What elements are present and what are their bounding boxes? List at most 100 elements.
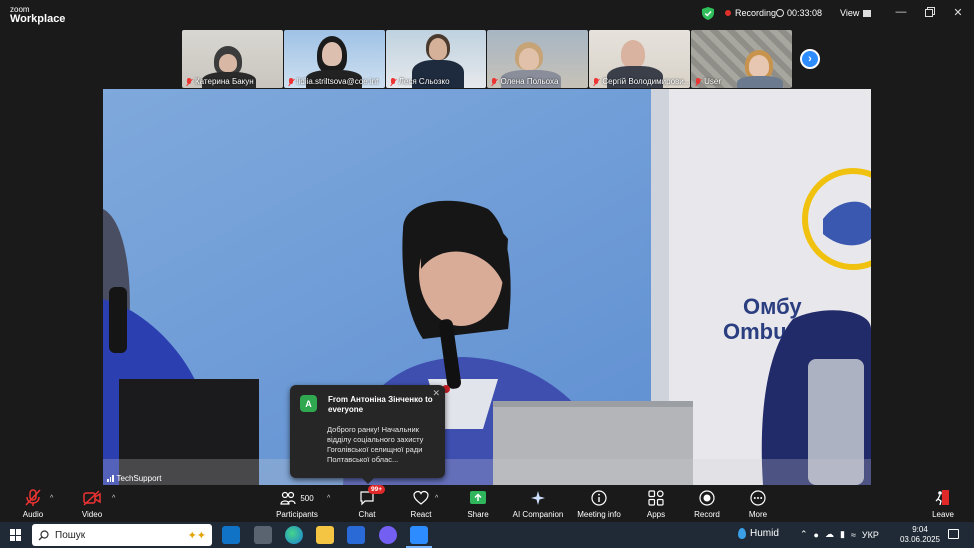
chat-unread-badge: 99+ [368,485,386,494]
chat-label: Chat [358,510,376,519]
system-tray: ⌃ ● ☁ ▮ ≈ УКР [800,529,879,540]
participants-options-chevron-icon[interactable]: ^ [327,495,330,502]
windows-start-icon[interactable] [10,529,22,541]
taskbar-search-box[interactable]: Пошук ✦✦ [32,524,212,546]
tray-overflow-chevron-icon[interactable]: ⌃ [800,529,808,540]
video-options-chevron-icon[interactable]: ^ [112,495,115,502]
microphone-tray-icon[interactable]: ● [814,530,819,540]
meeting-info-label: Meeting info [577,510,621,519]
chat-sender: From Антоніна Зінченко to everyone [328,395,433,414]
more-dots-icon [750,490,766,506]
signal-bars-icon [107,475,114,482]
grid-view-icon [863,9,872,17]
title-bar: zoom Workplace Recording 00:33:08 View —… [0,0,974,28]
chat-notification[interactable]: A From Антоніна Зінченко to everyone Доб… [290,385,445,484]
minimize-icon[interactable]: — [893,4,909,20]
restore-icon[interactable] [922,4,938,20]
muted-mic-icon [593,77,599,86]
microsoft-store-icon[interactable] [347,526,365,544]
edge-browser-icon[interactable] [285,526,303,544]
audio-options-chevron-icon[interactable]: ^ [50,495,53,502]
cloud-tray-icon[interactable]: ☁ [825,529,834,540]
participant-tile[interactable]: User [691,30,792,88]
meeting-timer: 00:33:08 [776,8,822,18]
participant-tile[interactable]: Олена Польоха [487,30,589,88]
more-button[interactable]: More [728,489,788,519]
file-explorer-icon[interactable] [316,526,334,544]
meeting-controls: Audio ^ Video ^ 500 Participants ^ 99+ C… [0,485,974,522]
zoom-workplace-logo: zoom Workplace [10,5,66,25]
audio-label: Audio [22,510,44,519]
video-button[interactable]: Video [62,489,122,519]
participant-tile[interactable]: Сергій Володимирови... [589,30,691,88]
react-button[interactable]: React [391,489,451,519]
brand-big: Workplace [10,13,66,25]
record-label: Record [694,510,720,519]
participant-name: Сергій Володимирови... [593,77,690,86]
participant-name: Олена Польоха [491,77,558,86]
svg-text:Ombu: Ombu [723,319,787,344]
taskbar-clock[interactable]: 9:04 03.06.2025 [897,525,943,545]
windows-taskbar: Пошук ✦✦ Humid ⌃ ● ☁ ▮ ≈ УКР 9:04 03.06.… [0,522,974,548]
clock-date: 03.06.2025 [899,535,941,544]
participant-tile[interactable]: lidiia.striltsova@coe.int [283,30,385,88]
leave-door-icon [935,490,949,506]
notifications-icon[interactable] [948,529,959,539]
participants-button[interactable]: 500 Participants [267,489,327,519]
weather-label: Humid [750,528,779,539]
info-icon [591,490,607,506]
participant-name: Леся Сльозко [390,77,450,86]
clock-icon [776,9,784,17]
weather-widget[interactable]: Humid [738,528,779,539]
ai-companion-button[interactable]: AI Companion [508,489,568,519]
viber-icon[interactable] [379,526,397,544]
speaker-video-frame: Омбу Ombu [103,89,871,485]
language-indicator[interactable]: УКР [862,530,879,540]
react-label: React [410,510,432,519]
muted-microphone-icon [25,489,41,506]
view-button[interactable]: View [840,8,872,18]
clock-time: 9:04 [912,525,928,534]
apps-icon [648,490,664,506]
close-notification-icon[interactable]: ✕ [432,388,440,399]
video-off-icon [83,490,101,506]
svg-text:Омбу: Омбу [743,294,802,319]
video-label: Video [81,510,103,519]
participants-count: 500 [300,493,314,503]
meeting-info-button[interactable]: Meeting info [569,489,629,519]
recording-indicator[interactable]: Recording [725,8,776,18]
search-icon [38,529,49,540]
chat-button[interactable]: 99+ Chat [337,485,397,519]
participant-tile[interactable]: Катерина Бакун [182,30,283,88]
active-speaker-video: Омбу Ombu TechSupport [103,89,871,485]
battery-tray-icon[interactable]: ▮ [840,529,845,540]
encryption-shield-icon[interactable] [702,7,714,20]
participant-name: Катерина Бакун [186,77,254,86]
wifi-tray-icon[interactable]: ≈ [851,530,856,540]
recording-label: Recording [735,8,777,18]
outlook-icon[interactable] [222,526,240,544]
sender-avatar: A [300,395,317,412]
recording-dot-icon [725,10,731,16]
calculator-icon[interactable] [254,526,272,544]
participants-label: Participants [276,510,318,519]
more-label: More [748,510,768,519]
next-page-chevron-icon[interactable]: › [800,49,820,69]
share-button[interactable]: Share [448,489,508,519]
zoom-taskbar-icon[interactable] [406,526,432,548]
leave-button[interactable]: Leave [913,489,973,519]
participant-tile[interactable]: Леся Сльозко [385,30,487,88]
muted-mic-icon [695,77,701,86]
apps-label: Apps [646,510,666,519]
view-label: View [840,8,860,18]
share-label: Share [467,510,489,519]
audio-button[interactable]: Audio [3,489,63,519]
muted-mic-icon [491,77,497,86]
record-icon [699,490,715,506]
sparkle-icon [531,491,545,505]
heart-icon [413,490,429,505]
close-icon[interactable]: ✕ [950,4,966,20]
react-options-chevron-icon[interactable]: ^ [435,495,438,502]
search-placeholder: Пошук [55,529,86,541]
participants-icon [280,491,296,505]
